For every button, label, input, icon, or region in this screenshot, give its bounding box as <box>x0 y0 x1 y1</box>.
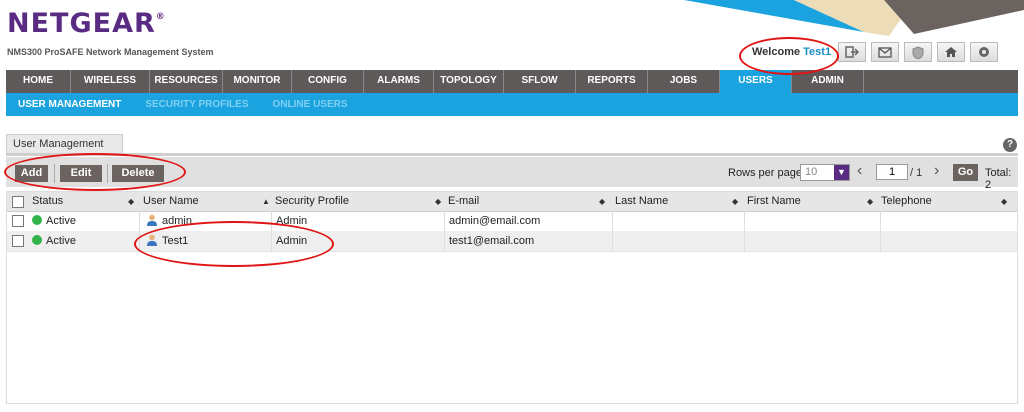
sort-icon[interactable]: ◆ <box>732 192 738 211</box>
col-last-name[interactable]: Last Name <box>610 192 668 211</box>
home-icon[interactable] <box>937 42 965 62</box>
sort-ascending-icon[interactable]: ▲ <box>262 192 270 211</box>
next-page-icon[interactable]: › <box>934 162 939 180</box>
product-subtitle: NMS300 ProSAFE Network Management System <box>7 47 214 57</box>
active-status-icon <box>32 235 42 246</box>
nav-wireless[interactable]: WIRELESS <box>71 70 150 93</box>
total-count: Total: 2 <box>985 167 1012 191</box>
first-name-cell <box>744 231 749 251</box>
welcome-message: Welcome Test1 <box>752 46 832 58</box>
first-name-cell <box>744 211 749 231</box>
security-profile-cell: Admin <box>276 215 308 227</box>
nav-jobs[interactable]: JOBS <box>648 70 720 93</box>
last-name-cell <box>612 211 617 231</box>
edit-button[interactable]: Edit <box>60 165 102 182</box>
chevron-down-icon: ▼ <box>834 165 849 180</box>
subnav-user-management[interactable]: USER MANAGEMENT <box>6 93 133 116</box>
panel-divider <box>6 153 1018 156</box>
col-status[interactable]: Status <box>27 192 63 211</box>
users-table: Status ◆ User Name ▲ Security Profile ◆ … <box>6 191 1018 404</box>
user-icon <box>147 234 157 247</box>
active-status-icon <box>32 215 42 226</box>
toolbar-separator <box>54 164 55 183</box>
sort-icon[interactable]: ◆ <box>128 192 134 211</box>
help-icon[interactable]: ? <box>1003 138 1017 152</box>
shield-icon[interactable] <box>904 42 932 62</box>
netgear-logo: NETGEAR® <box>7 8 166 39</box>
nav-topology[interactable]: TOPOLOGY <box>434 70 504 93</box>
main-navigation: HOME WIRELESS RESOURCES MONITOR CONFIG A… <box>6 70 1018 93</box>
sort-icon[interactable]: ◆ <box>1001 192 1007 211</box>
panel-title: User Management <box>6 134 123 154</box>
sub-navigation: USER MANAGEMENT SECURITY PROFILES ONLINE… <box>6 93 1018 116</box>
add-button[interactable]: Add <box>15 165 48 182</box>
telephone-cell <box>880 231 885 251</box>
email-cell: test1@email.com <box>449 235 535 247</box>
mail-icon[interactable] <box>871 42 899 62</box>
nav-sflow[interactable]: SFLOW <box>504 70 576 93</box>
table-row[interactable]: Active Test1 Admin test1@email.com <box>7 231 1017 252</box>
table-row[interactable]: Active admin Admin admin@email.com <box>7 211 1017 232</box>
previous-page-icon[interactable]: ‹ <box>857 162 862 180</box>
nav-alarms[interactable]: ALARMS <box>364 70 434 93</box>
nav-reports[interactable]: REPORTS <box>576 70 648 93</box>
nav-users[interactable]: USERS <box>720 70 792 93</box>
col-first-name[interactable]: First Name <box>742 192 801 211</box>
logout-icon[interactable] <box>838 42 866 62</box>
sort-icon[interactable]: ◆ <box>867 192 873 211</box>
page-number-input[interactable] <box>876 164 908 180</box>
last-name-cell <box>612 231 617 251</box>
col-security-profile[interactable]: Security Profile <box>270 192 349 211</box>
col-email[interactable]: E-mail <box>443 192 479 211</box>
go-button[interactable]: Go <box>953 164 978 181</box>
table-header: Status ◆ User Name ▲ Security Profile ◆ … <box>7 192 1017 212</box>
rows-per-page-label: Rows per page <box>728 167 802 179</box>
telephone-cell <box>880 211 885 231</box>
nav-monitor[interactable]: MONITOR <box>223 70 292 93</box>
toolbar-separator <box>107 164 108 183</box>
security-profile-cell: Admin <box>276 235 308 247</box>
delete-button[interactable]: Delete <box>112 165 164 182</box>
status-cell: Active <box>27 231 76 251</box>
select-all-checkbox[interactable] <box>12 196 24 208</box>
subnav-security-profiles[interactable]: SECURITY PROFILES <box>133 93 260 116</box>
username-cell: Test1 <box>141 231 188 251</box>
grid-toolbar: Add Edit Delete Rows per page 10 ▼ ‹ / 1… <box>6 157 1018 191</box>
nav-resources[interactable]: RESOURCES <box>150 70 223 93</box>
email-cell: admin@email.com <box>449 215 541 227</box>
header-icon-bar <box>838 42 998 62</box>
sort-icon[interactable]: ◆ <box>599 192 605 211</box>
col-telephone[interactable]: Telephone <box>876 192 932 211</box>
row-checkbox[interactable] <box>12 235 24 247</box>
rows-per-page-select[interactable]: 10 ▼ <box>800 164 850 181</box>
user-icon <box>147 214 157 227</box>
settings-icon[interactable] <box>970 42 998 62</box>
nav-admin[interactable]: ADMIN <box>792 70 864 93</box>
welcome-username[interactable]: Test1 <box>803 46 831 58</box>
nav-home[interactable]: HOME <box>6 70 71 93</box>
page-count: / 1 <box>910 167 923 179</box>
status-cell: Active <box>27 211 76 231</box>
sort-icon[interactable]: ◆ <box>435 192 441 211</box>
nav-config[interactable]: CONFIG <box>292 70 364 93</box>
col-username[interactable]: User Name <box>138 192 199 211</box>
username-cell: admin <box>141 211 192 231</box>
row-checkbox[interactable] <box>12 215 24 227</box>
header-decoration <box>684 0 1024 36</box>
subnav-online-users[interactable]: ONLINE USERS <box>261 93 360 116</box>
